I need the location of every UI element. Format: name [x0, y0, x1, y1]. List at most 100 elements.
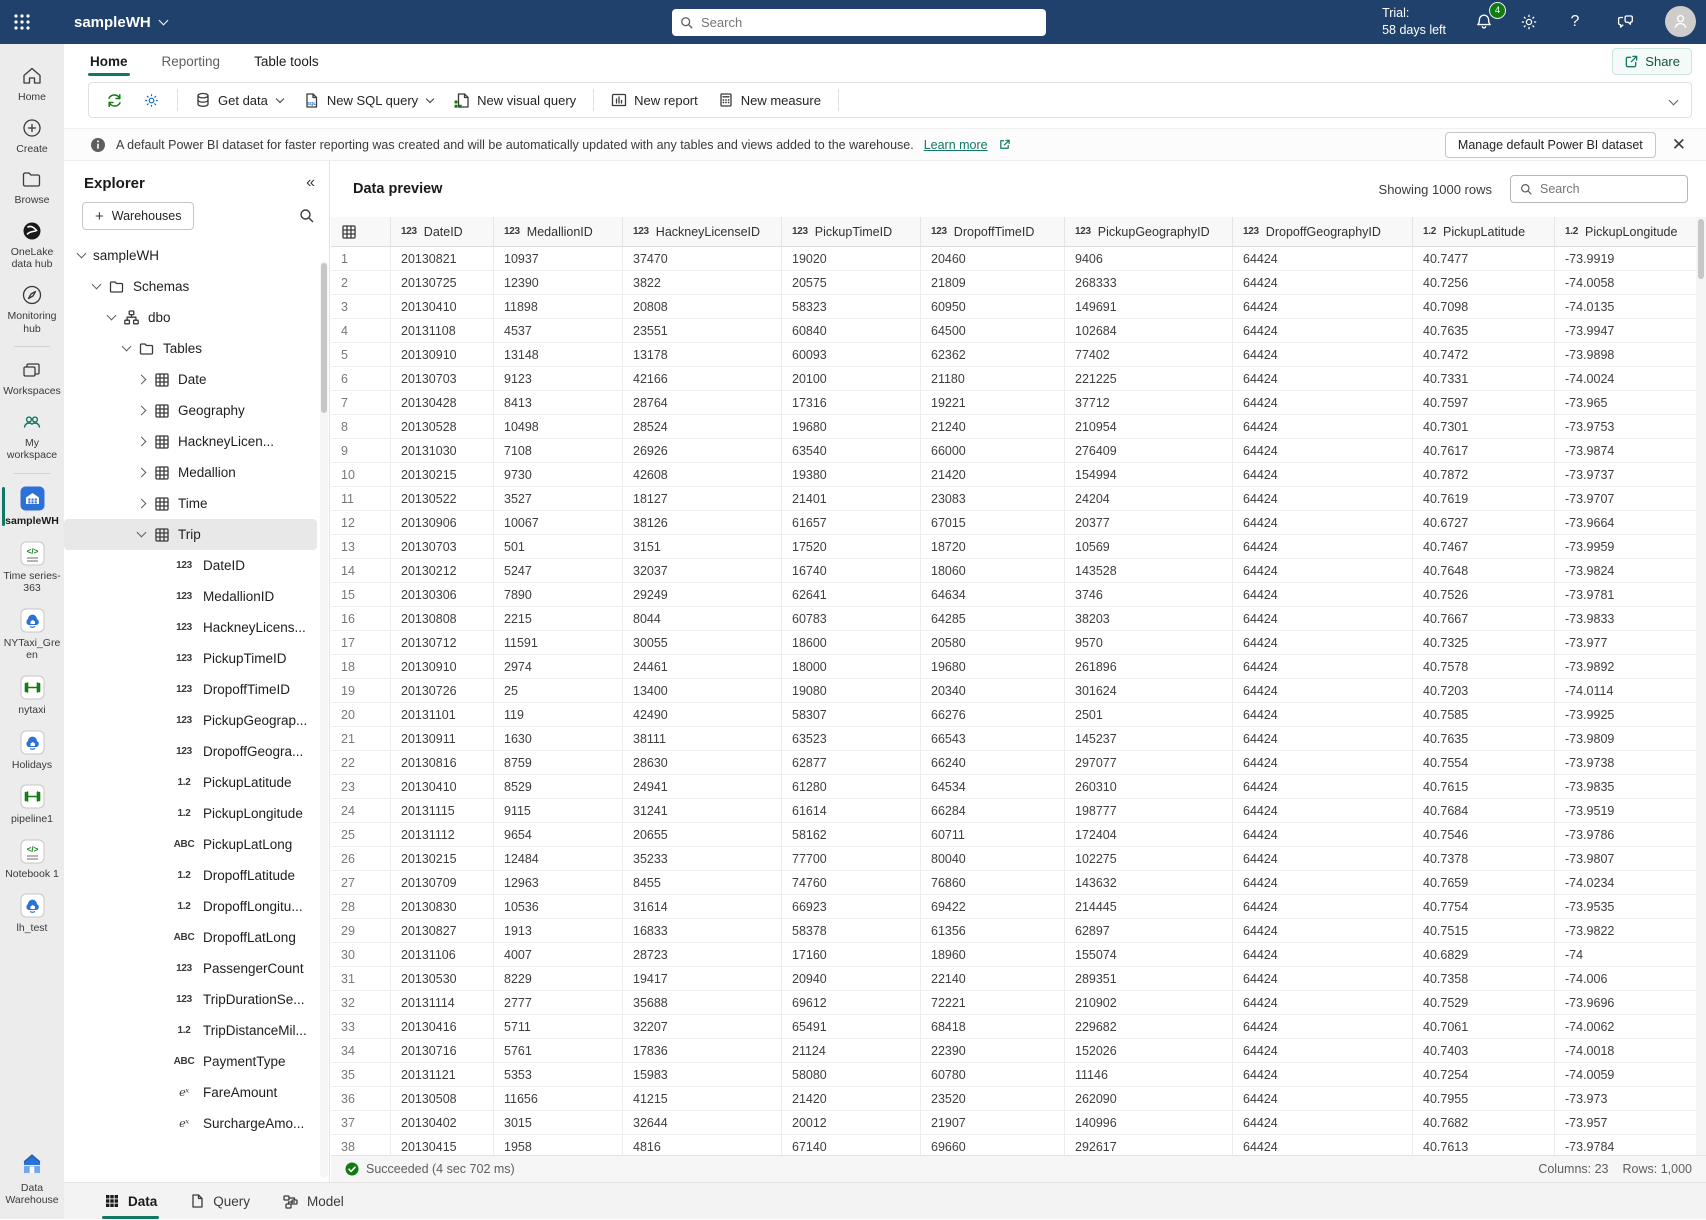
cell[interactable]: 40.7378: [1413, 847, 1555, 871]
cell[interactable]: 19020: [782, 247, 921, 271]
cell[interactable]: 20808: [623, 295, 782, 319]
cell[interactable]: -73.9519: [1555, 799, 1706, 823]
cell[interactable]: 7108: [494, 439, 623, 463]
cell[interactable]: 7890: [494, 583, 623, 607]
cell[interactable]: -74.0058: [1555, 271, 1706, 295]
cell[interactable]: 20130212: [391, 559, 494, 583]
cell[interactable]: 64285: [921, 607, 1065, 631]
cell[interactable]: 155074: [1065, 943, 1233, 967]
cell[interactable]: -74: [1555, 943, 1706, 967]
cell[interactable]: -73.9925: [1555, 703, 1706, 727]
cell[interactable]: 20130910: [391, 655, 494, 679]
row-number[interactable]: 27: [331, 871, 391, 895]
row-number[interactable]: 18: [331, 655, 391, 679]
cell[interactable]: 58378: [782, 919, 921, 943]
cell[interactable]: 8455: [623, 871, 782, 895]
cell[interactable]: 67015: [921, 511, 1065, 535]
cell[interactable]: 62641: [782, 583, 921, 607]
cell[interactable]: 20130528: [391, 415, 494, 439]
cell[interactable]: 20130726: [391, 679, 494, 703]
cell[interactable]: 12390: [494, 271, 623, 295]
cell[interactable]: 20100: [782, 367, 921, 391]
cell[interactable]: 38111: [623, 727, 782, 751]
cell[interactable]: 64424: [1233, 895, 1413, 919]
cell[interactable]: 1630: [494, 727, 623, 751]
cell[interactable]: 20340: [921, 679, 1065, 703]
cell[interactable]: 20575: [782, 271, 921, 295]
cell[interactable]: 3151: [623, 535, 782, 559]
cell[interactable]: 74760: [782, 871, 921, 895]
cell[interactable]: 66543: [921, 727, 1065, 751]
cell[interactable]: 80040: [921, 847, 1065, 871]
help-button[interactable]: ?: [1560, 7, 1590, 37]
cell[interactable]: 13400: [623, 679, 782, 703]
row-number[interactable]: 33: [331, 1015, 391, 1039]
cell[interactable]: 60783: [782, 607, 921, 631]
cell[interactable]: 66284: [921, 799, 1065, 823]
cell[interactable]: 72221: [921, 991, 1065, 1015]
tree-item-tripdurationse[interactable]: 123TripDurationSe...: [64, 984, 317, 1015]
cell[interactable]: 20130808: [391, 607, 494, 631]
cell[interactable]: 143632: [1065, 871, 1233, 895]
cell[interactable]: 40.7467: [1413, 535, 1555, 559]
cell[interactable]: 2777: [494, 991, 623, 1015]
cell[interactable]: 58080: [782, 1063, 921, 1087]
cell[interactable]: 21420: [921, 463, 1065, 487]
rail-item-onelake-data-hub[interactable]: OneLake data hub: [0, 213, 64, 277]
cell[interactable]: 1913: [494, 919, 623, 943]
settings-button[interactable]: [134, 86, 169, 115]
cell[interactable]: 58162: [782, 823, 921, 847]
cell[interactable]: 64424: [1233, 847, 1413, 871]
cell[interactable]: 68418: [921, 1015, 1065, 1039]
global-search-input[interactable]: [701, 15, 1038, 30]
tree-item-dbo[interactable]: dbo: [64, 302, 317, 333]
column-header-pickuptimeid[interactable]: 123PickupTimeID: [782, 217, 921, 247]
rail-item-pipeline1[interactable]: pipeline1: [0, 777, 64, 832]
cell[interactable]: 40.7667: [1413, 607, 1555, 631]
cell[interactable]: 64424: [1233, 535, 1413, 559]
cell[interactable]: 69612: [782, 991, 921, 1015]
cell[interactable]: 40.7301: [1413, 415, 1555, 439]
cell[interactable]: 61356: [921, 919, 1065, 943]
cell[interactable]: 40.7477: [1413, 247, 1555, 271]
cell[interactable]: 20130415: [391, 1135, 494, 1155]
cell[interactable]: -74.0135: [1555, 295, 1706, 319]
share-button[interactable]: Share: [1612, 48, 1692, 75]
cell[interactable]: 64424: [1233, 775, 1413, 799]
account-avatar[interactable]: [1665, 6, 1696, 37]
tree-item-dropoffgeogra[interactable]: 123DropoffGeogra...: [64, 736, 317, 767]
global-search[interactable]: [672, 9, 1046, 36]
cell[interactable]: 77700: [782, 847, 921, 871]
rail-item-notebook-1[interactable]: </>Notebook 1: [0, 832, 64, 887]
cell[interactable]: 31614: [623, 895, 782, 919]
tree-item-medallionid[interactable]: 123MedallionID: [64, 581, 317, 612]
cell[interactable]: 64424: [1233, 295, 1413, 319]
row-number[interactable]: 16: [331, 607, 391, 631]
cell[interactable]: 9730: [494, 463, 623, 487]
cell[interactable]: 40.7684: [1413, 799, 1555, 823]
cell[interactable]: 23551: [623, 319, 782, 343]
cell[interactable]: 11898: [494, 295, 623, 319]
cell[interactable]: 20130830: [391, 895, 494, 919]
cell[interactable]: 69660: [921, 1135, 1065, 1155]
rail-item-time-series-363[interactable]: </>Time series-363: [0, 534, 64, 601]
cell[interactable]: 13148: [494, 343, 623, 367]
row-number[interactable]: 20: [331, 703, 391, 727]
column-header-hackneylicenseid[interactable]: 123HackneyLicenseID: [623, 217, 782, 247]
cell[interactable]: 32207: [623, 1015, 782, 1039]
tree-item-hackneylicens[interactable]: 123HackneyLicens...: [64, 612, 317, 643]
view-tab-data[interactable]: Data: [92, 1183, 169, 1220]
row-number[interactable]: 19: [331, 679, 391, 703]
cell[interactable]: 20012: [782, 1111, 921, 1135]
cell[interactable]: 40.7529: [1413, 991, 1555, 1015]
cell[interactable]: 21809: [921, 271, 1065, 295]
new-visual-query-button[interactable]: New visual query: [444, 86, 585, 115]
cell[interactable]: 152026: [1065, 1039, 1233, 1063]
cell[interactable]: -73.9833: [1555, 607, 1706, 631]
rail-item-create[interactable]: Create: [0, 110, 64, 162]
cell[interactable]: -74.0059: [1555, 1063, 1706, 1087]
cell[interactable]: 64424: [1233, 583, 1413, 607]
cell[interactable]: -74.0234: [1555, 871, 1706, 895]
tree-item-pickuplongitude[interactable]: 1.2PickupLongitude: [64, 798, 317, 829]
cell[interactable]: 198777: [1065, 799, 1233, 823]
